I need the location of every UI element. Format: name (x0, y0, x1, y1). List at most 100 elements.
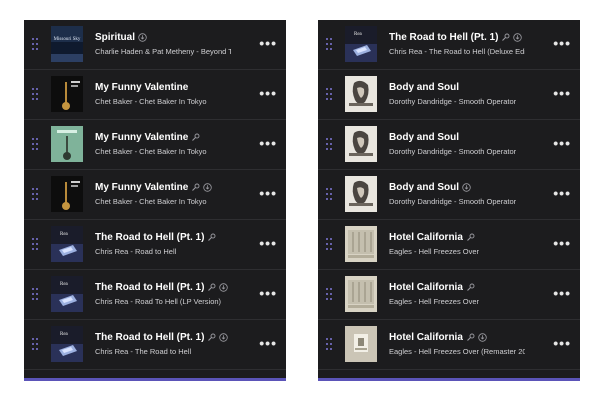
track-title-text: My Funny Valentine (95, 132, 189, 143)
download-icon (219, 333, 229, 342)
download-icon (203, 183, 213, 192)
track-row[interactable]: Hotel California Eagles - Hell Freezes Ov… (318, 270, 580, 320)
svg-text:Rea: Rea (354, 32, 363, 37)
track-title-text: Body and Soul (389, 182, 459, 193)
track-title-text: Hotel California (389, 332, 463, 343)
track-title-text: The Road to Hell (Pt. 1) (95, 332, 205, 343)
track-subtitle: Chris Rea - The Road to Hell (95, 347, 192, 356)
track-row[interactable]: Rea The Road to Hell (Pt. 1) Chris Rea - R… (24, 270, 286, 320)
mic-icon (466, 333, 475, 342)
track-title: The Road to Hell (Pt. 1) (95, 232, 216, 243)
album-art: Rea (51, 226, 83, 262)
mic-icon (466, 283, 475, 292)
track-row[interactable]: My Funny Valentine Chet Baker - Chet Bake… (24, 70, 286, 120)
album-art (345, 126, 377, 162)
drag-handle-icon[interactable] (326, 188, 334, 201)
track-row[interactable]: Body and Soul Dorothy Dandridge - Smooth … (318, 120, 580, 170)
more-options-icon[interactable]: ••• (259, 36, 277, 50)
track-row[interactable]: My Funny Valentine Chet Baker - Chet Bake… (24, 170, 286, 220)
mic-icon (207, 333, 216, 342)
drag-handle-icon[interactable] (326, 238, 334, 251)
svg-text:Rea: Rea (60, 232, 69, 237)
playlist-panel-left: Missouri Sky Spiritual Charlie Haden & Pat… (24, 20, 286, 381)
track-row[interactable]: Hotel California Eagles - Hell Freezes Ov… (318, 220, 580, 270)
track-subtitle: Chet Baker - Chet Baker In Tokyo (95, 147, 207, 156)
track-subtitle: Eagles - Hell Freezes Over (Remaster 201 (389, 347, 525, 356)
track-subtitle: Eagles - Hell Freezes Over (389, 297, 480, 306)
more-options-icon[interactable]: ••• (553, 136, 571, 150)
track-title: Body and Soul (389, 132, 459, 143)
track-row[interactable]: Rea The Road to Hell (Pt. 1) Chris Rea - R… (24, 220, 286, 270)
track-title: Hotel California (389, 232, 475, 243)
track-title: My Funny Valentine (95, 132, 200, 143)
track-title: Spiritual (95, 32, 147, 43)
track-row[interactable]: Hotel California Eagles - Hell Freezes Ov… (318, 320, 580, 370)
drag-handle-icon[interactable] (326, 138, 334, 151)
more-options-icon[interactable]: ••• (553, 186, 571, 200)
album-art: Rea (51, 276, 83, 312)
drag-handle-icon[interactable] (32, 38, 40, 51)
more-options-icon[interactable]: ••• (553, 336, 571, 350)
track-subtitle: Chet Baker - Chet Baker In Tokyo (95, 97, 207, 106)
mic-icon (501, 33, 510, 42)
track-title-text: Body and Soul (389, 132, 459, 143)
more-options-icon[interactable]: ••• (553, 236, 571, 250)
track-row[interactable]: Missouri Sky Spiritual Charlie Haden & Pat… (24, 20, 286, 70)
mic-icon (207, 233, 216, 242)
album-art (345, 76, 377, 112)
track-row[interactable]: Body and Soul Dorothy Dandridge - Smooth … (318, 170, 580, 220)
drag-handle-icon[interactable] (32, 88, 40, 101)
track-row[interactable]: Rea The Road to Hell (Pt. 1) Chris Rea - T… (318, 20, 580, 70)
album-art (51, 76, 83, 112)
track-title: Hotel California (389, 282, 475, 293)
album-art (51, 126, 83, 162)
more-options-icon[interactable]: ••• (259, 236, 277, 250)
track-row[interactable]: My Funny Valentine Chet Baker - Chet Bake… (24, 120, 286, 170)
drag-handle-icon[interactable] (326, 38, 334, 51)
track-title: The Road to Hell (Pt. 1) (95, 282, 229, 293)
more-options-icon[interactable]: ••• (553, 286, 571, 300)
more-options-icon[interactable]: ••• (259, 286, 277, 300)
track-title: My Funny Valentine (95, 82, 188, 93)
drag-handle-icon[interactable] (32, 238, 40, 251)
track-subtitle: Chet Baker - Chet Baker In Tokyo (95, 197, 207, 206)
album-art (51, 176, 83, 212)
download-icon (219, 283, 229, 292)
more-options-icon[interactable]: ••• (259, 136, 277, 150)
drag-handle-icon[interactable] (32, 338, 40, 351)
album-art (345, 326, 377, 362)
svg-text:Missouri Sky: Missouri Sky (54, 37, 81, 42)
track-row[interactable]: Rea The Road to Hell (Pt. 1) Chris Rea - T… (24, 320, 286, 370)
album-art (345, 276, 377, 312)
drag-handle-icon[interactable] (326, 338, 334, 351)
track-title-text: My Funny Valentine (95, 182, 189, 193)
download-icon (513, 33, 523, 42)
more-options-icon[interactable]: ••• (553, 36, 571, 50)
more-options-icon[interactable]: ••• (259, 336, 277, 350)
track-list: Missouri Sky Spiritual Charlie Haden & Pat… (24, 20, 286, 370)
drag-handle-icon[interactable] (326, 288, 334, 301)
track-title: The Road to Hell (Pt. 1) (95, 332, 229, 343)
track-subtitle: Charlie Haden & Pat Metheny - Beyond T (95, 47, 231, 56)
svg-text:Rea: Rea (60, 282, 69, 287)
drag-handle-icon[interactable] (32, 188, 40, 201)
track-title: Hotel California (389, 332, 487, 343)
track-title-text: Spiritual (95, 32, 136, 43)
more-options-icon[interactable]: ••• (553, 86, 571, 100)
album-art (345, 176, 377, 212)
mic-icon (466, 233, 475, 242)
track-title-text: Hotel California (389, 232, 463, 243)
track-subtitle: Chris Rea - The Road to Hell (Deluxe Edi… (389, 47, 525, 56)
track-title-text: Hotel California (389, 282, 463, 293)
track-subtitle: Dorothy Dandridge - Smooth Operator (389, 97, 517, 106)
drag-handle-icon[interactable] (32, 288, 40, 301)
album-art (345, 226, 377, 262)
accent-bar (24, 378, 286, 381)
svg-text:Rea: Rea (60, 332, 69, 337)
more-options-icon[interactable]: ••• (259, 186, 277, 200)
mic-icon (191, 183, 200, 192)
more-options-icon[interactable]: ••• (259, 86, 277, 100)
track-row[interactable]: Body and Soul Dorothy Dandridge - Smooth … (318, 70, 580, 120)
drag-handle-icon[interactable] (32, 138, 40, 151)
drag-handle-icon[interactable] (326, 88, 334, 101)
